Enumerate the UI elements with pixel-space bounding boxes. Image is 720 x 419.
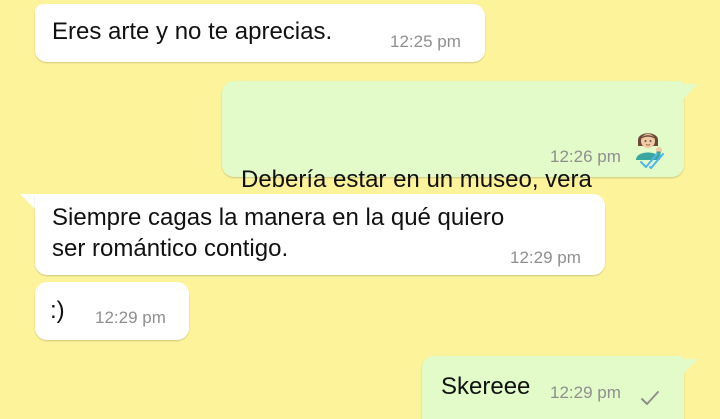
message-bubble-incoming[interactable]: :) 12:29 pm [35, 282, 189, 340]
message-timestamp: 12:29 pm [510, 248, 581, 267]
message-text: Skereee [441, 373, 531, 400]
message-bubble-incoming[interactable]: Eres arte y no te aprecias. 12:25 pm [35, 4, 485, 62]
message-text: :) [50, 297, 65, 324]
chat-conversation: { "colors": { "chat_background": "#fdf39… [0, 0, 720, 419]
message-text-line-2: ser romántico contigo. [52, 235, 289, 262]
message-text: Eres arte y no te aprecias. [52, 18, 333, 45]
message-timestamp: 12:26 pm [550, 147, 621, 166]
message-bubble-incoming[interactable]: Siempre cagas la manera en la qué quiero… [35, 194, 605, 275]
message-text-line-1: Siempre cagas la manera en la qué quiero [52, 204, 505, 231]
message-timestamp: 12:29 pm [95, 308, 166, 327]
message-bubble-outgoing[interactable]: Skereee 12:29 pm [422, 356, 684, 419]
message-bubble-outgoing[interactable]: Debería estar en un museo, vera 12:26 pm [222, 81, 684, 193]
bubble-tail [20, 194, 36, 210]
double-check-read-icon [639, 147, 669, 178]
bubble-tail [684, 359, 698, 373]
message-timestamp: 12:25 pm [390, 32, 461, 51]
bubble-tail [684, 84, 698, 98]
message-timestamp: 12:29 pm [550, 383, 621, 402]
check-sent-icon [639, 384, 661, 415]
